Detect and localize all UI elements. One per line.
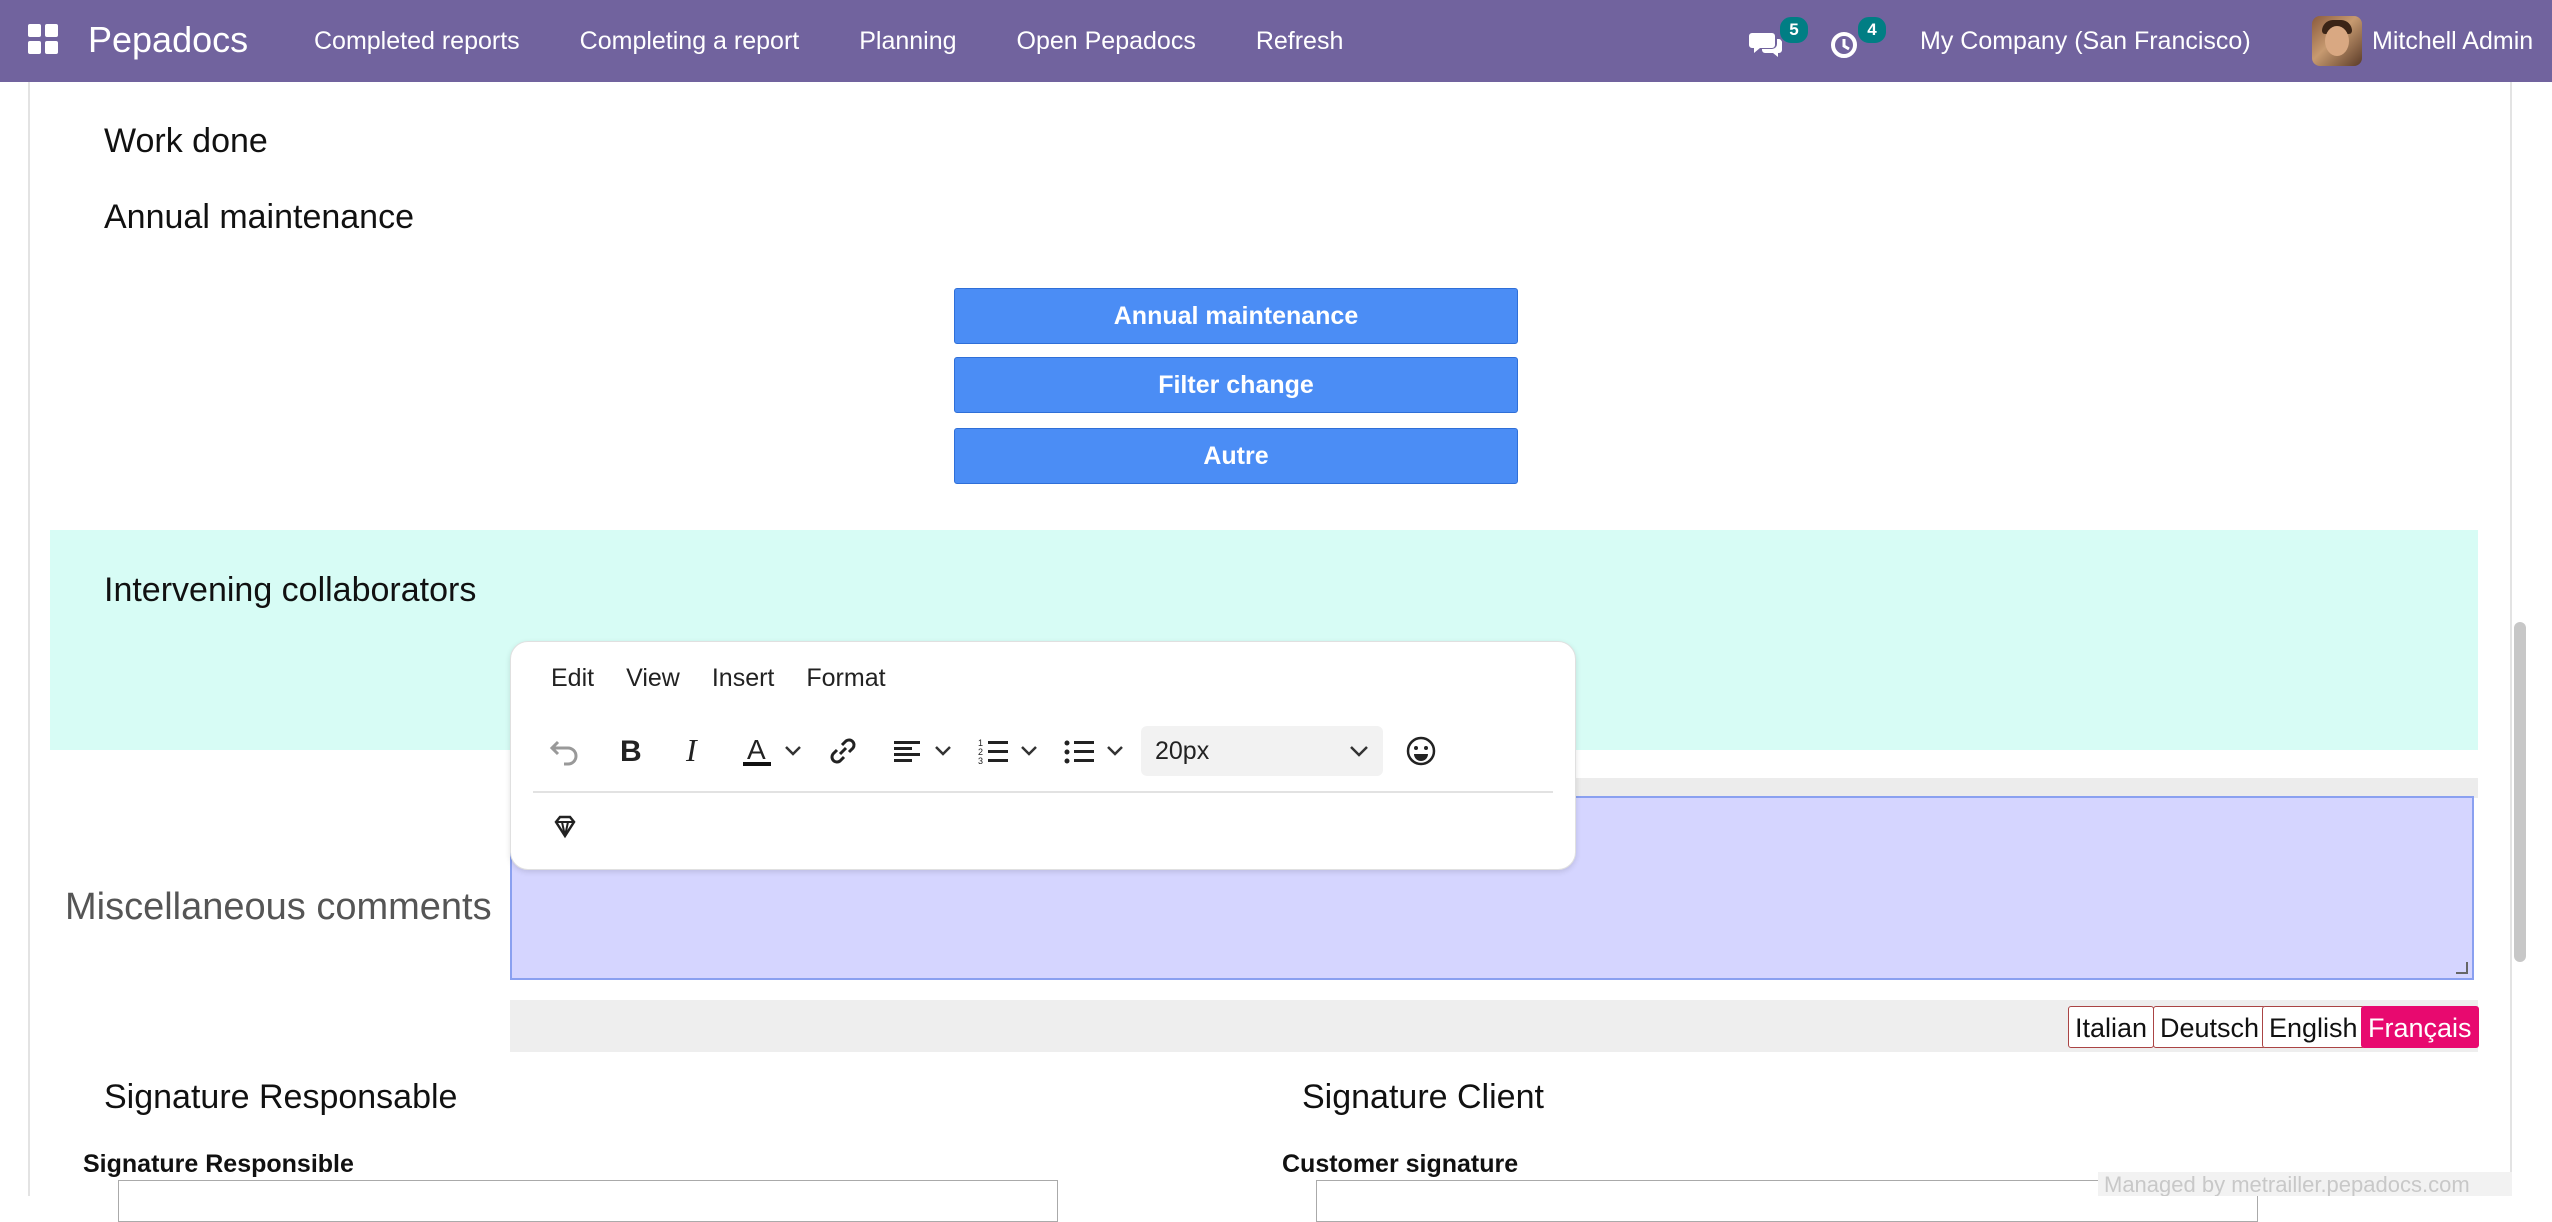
menu-completed-reports[interactable]: Completed reports bbox=[314, 27, 520, 56]
misc-comments-label: Miscellaneous comments bbox=[65, 886, 492, 928]
sheet-left-border bbox=[28, 82, 30, 1196]
bullet-list-icon[interactable] bbox=[1055, 727, 1103, 775]
editor-menu-insert[interactable]: Insert bbox=[712, 664, 775, 693]
editor-menubar: Edit View Insert Format bbox=[551, 664, 918, 693]
toolbar-divider bbox=[533, 791, 1553, 793]
resize-handle-icon[interactable] bbox=[2456, 962, 2468, 974]
avatar bbox=[2312, 16, 2362, 66]
signature-responsible-label: Signature Responsible bbox=[83, 1150, 354, 1178]
chevron-down-icon bbox=[1350, 746, 1368, 757]
editor-menu-view[interactable]: View bbox=[626, 664, 680, 693]
annual-maintenance-button[interactable]: Annual maintenance bbox=[954, 288, 1518, 344]
numbered-list-icon[interactable]: 123 bbox=[969, 727, 1017, 775]
editor-menu-format[interactable]: Format bbox=[806, 664, 885, 693]
font-size-value: 20px bbox=[1155, 736, 1210, 765]
editor-toolbar-row2 bbox=[541, 802, 605, 852]
brand-name[interactable]: Pepadocs bbox=[88, 18, 248, 62]
undo-icon[interactable] bbox=[541, 727, 589, 775]
lang-english-button[interactable]: English bbox=[2262, 1006, 2365, 1048]
annual-maintenance-heading: Annual maintenance bbox=[104, 198, 415, 236]
link-icon[interactable] bbox=[819, 727, 867, 775]
signature-responsible-pad[interactable] bbox=[118, 1180, 1058, 1222]
svg-text:B: B bbox=[620, 735, 642, 768]
chat-icon[interactable]: 5 bbox=[1748, 15, 1810, 61]
intervening-collaborators-heading: Intervening collaborators bbox=[104, 571, 477, 609]
svg-text:3: 3 bbox=[978, 756, 983, 766]
activities-systray[interactable]: 4 bbox=[1826, 0, 1888, 82]
menu-refresh[interactable]: Refresh bbox=[1256, 27, 1344, 56]
company-switcher[interactable]: My Company (San Francisco) bbox=[1920, 0, 2251, 82]
svg-text:I: I bbox=[685, 734, 698, 768]
align-left-icon[interactable] bbox=[883, 727, 931, 775]
menu-completing-report[interactable]: Completing a report bbox=[580, 27, 800, 56]
messages-count-badge: 5 bbox=[1778, 15, 1810, 45]
scrollbar-thumb[interactable] bbox=[2514, 622, 2526, 962]
emoji-icon[interactable] bbox=[1397, 727, 1445, 775]
chevron-down-icon[interactable] bbox=[1019, 727, 1039, 775]
clock-icon[interactable]: 4 bbox=[1826, 15, 1888, 61]
customer-signature-label: Customer signature bbox=[1282, 1150, 1519, 1178]
app-grid-icon[interactable] bbox=[28, 24, 60, 56]
diamond-icon[interactable] bbox=[541, 803, 589, 851]
bold-icon[interactable]: B bbox=[605, 727, 653, 775]
work-done-heading: Work done bbox=[104, 122, 268, 160]
font-size-select[interactable]: 20px bbox=[1141, 726, 1383, 776]
main-menu: Completed reports Completing a report Pl… bbox=[314, 0, 1403, 82]
filter-change-button[interactable]: Filter change bbox=[954, 357, 1518, 413]
editor-toolbar-popup: Edit View Insert Format B I A 123 20px bbox=[510, 641, 1576, 870]
text-color-icon[interactable]: A bbox=[733, 727, 781, 775]
managed-by-footer: Managed by metrailler.pepadocs.com bbox=[2098, 1172, 2520, 1196]
signature-client-heading: Signature Client bbox=[1302, 1078, 1544, 1116]
italic-icon[interactable]: I bbox=[669, 727, 717, 775]
user-menu[interactable]: Mitchell Admin bbox=[2312, 16, 2533, 66]
lang-italian-button[interactable]: Italian bbox=[2068, 1006, 2155, 1048]
messages-systray[interactable]: 5 bbox=[1748, 0, 1810, 82]
lang-deutsch-button[interactable]: Deutsch bbox=[2153, 1006, 2267, 1048]
user-name: Mitchell Admin bbox=[2372, 26, 2534, 55]
chevron-down-icon[interactable] bbox=[933, 727, 953, 775]
svg-text:A: A bbox=[747, 734, 766, 765]
activities-count-badge: 4 bbox=[1856, 15, 1888, 45]
menu-open-pepadocs[interactable]: Open Pepadocs bbox=[1017, 27, 1196, 56]
top-navbar: Pepadocs Completed reports Completing a … bbox=[0, 0, 2552, 82]
lang-francais-button[interactable]: Français bbox=[2361, 1006, 2479, 1048]
editor-toolbar: B I A 123 20px bbox=[541, 726, 1461, 776]
menu-planning[interactable]: Planning bbox=[859, 27, 956, 56]
chevron-down-icon[interactable] bbox=[783, 727, 803, 775]
autre-button[interactable]: Autre bbox=[954, 428, 1518, 484]
editor-menu-edit[interactable]: Edit bbox=[551, 664, 594, 693]
signature-responsable-heading: Signature Responsable bbox=[104, 1078, 458, 1116]
chevron-down-icon[interactable] bbox=[1105, 727, 1125, 775]
